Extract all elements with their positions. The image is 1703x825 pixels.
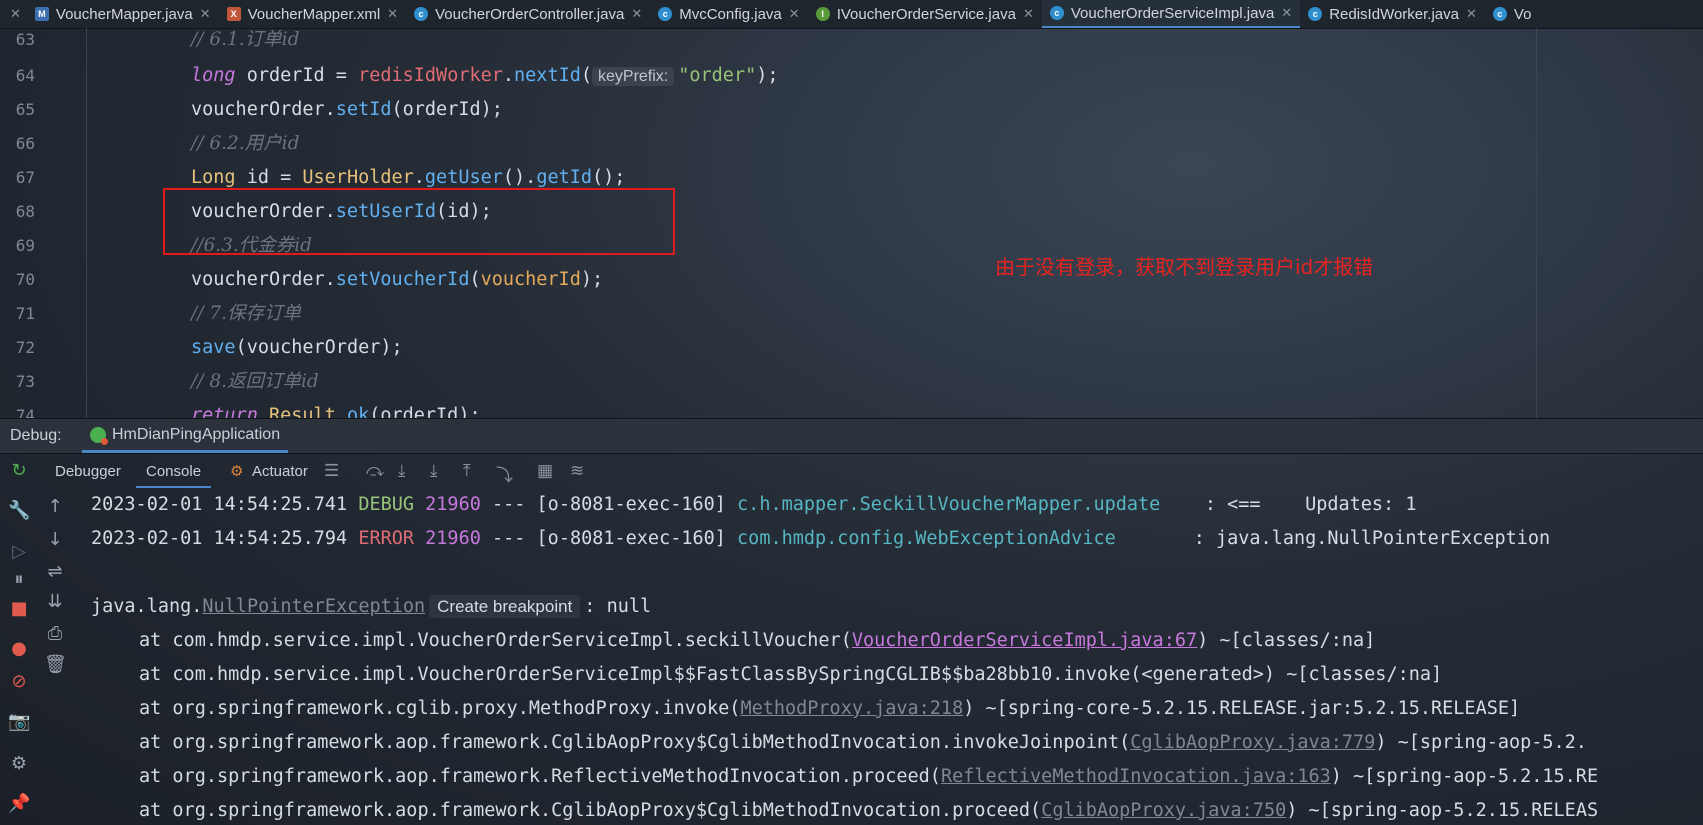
highlight-box (163, 188, 675, 255)
debug-tool-window-header: Debug: HmDianPingApplication (0, 418, 1703, 454)
indent-guide (86, 28, 87, 418)
tab-voucherordercontroller[interactable]: c VoucherOrderController.java ✕ (406, 0, 650, 28)
run-config-name: HmDianPingApplication (112, 425, 281, 443)
stack-trace-line: at org.springframework.aop.framework.Ref… (139, 766, 1599, 787)
stack-trace-line: at org.springframework.cglib.proxy.Metho… (139, 698, 1521, 719)
interface-icon: I (815, 7, 830, 21)
step-into-icon[interactable]: ⤓ (398, 461, 406, 481)
tab-label: IVoucherOrderService.java (836, 5, 1016, 23)
log-line: 2023-02-01 14:54:25.741 DEBUG 21960 --- … (91, 494, 1417, 515)
line-number: 67 (15, 168, 35, 187)
log-line: 2023-02-01 14:54:25.794 ERROR 21960 --- … (91, 528, 1551, 549)
debug-toolbar: Debugger Console ⚙ Actuator ☰ ⤼ ⤓ ⤓ ⤒ ⤵ ▦… (0, 453, 1703, 488)
code-line-66: // 6.2.用户id (191, 133, 300, 154)
tab-mvcconfig[interactable]: c MvcConfig.java ✕ (650, 0, 807, 28)
code-line-63: // 6.1.订单id (191, 29, 300, 50)
source-link[interactable]: ReflectiveMethodInvocation.java:163 (941, 766, 1331, 787)
code-line-64: long orderId = redisIdWorker.nextId(keyP… (191, 65, 779, 86)
class-icon: c (1308, 7, 1323, 21)
close-icon[interactable]: ✕ (1281, 5, 1292, 21)
exception-link[interactable]: NullPointerException (202, 596, 425, 617)
tab-label: Vo (1513, 5, 1532, 23)
tab-label: RedisIdWorker.java (1329, 5, 1459, 23)
rerun-icon[interactable]: ↻ (8, 460, 30, 482)
close-icon[interactable]: ✕ (631, 6, 642, 22)
line-number: 66 (15, 134, 35, 153)
tab-ivoucherorderservice[interactable]: I IVoucherOrderService.java ✕ (808, 0, 1042, 28)
source-link[interactable]: CglibAopProxy.java:779 (1130, 732, 1375, 753)
source-link[interactable]: VoucherOrderServiceImpl.java:67 (852, 630, 1197, 651)
tab-voucherorderserviceimpl[interactable]: c VoucherOrderServiceImpl.java ✕ (1041, 0, 1301, 28)
code-line-65: voucherOrder.setId(orderId); (191, 99, 503, 120)
tab-label: VoucherMapper.java (55, 5, 193, 23)
tab-overflow[interactable]: c Vo (1485, 0, 1540, 28)
tab-actuator[interactable]: ⚙ Actuator (226, 453, 318, 488)
line-number: 68 (15, 202, 35, 221)
close-icon[interactable]: ✕ (1023, 6, 1034, 22)
tab-vouchermapper-xml[interactable]: X VoucherMapper.xml ✕ (219, 0, 406, 28)
mapper-xml-icon: X (226, 7, 241, 21)
class-icon: c (658, 7, 673, 21)
code-line-73: // 8.返回订单id (191, 371, 319, 392)
step-out-icon[interactable]: ⤒ (463, 461, 471, 481)
close-icon[interactable]: ✕ (387, 6, 398, 22)
close-icon[interactable]: ✕ (789, 6, 800, 22)
stack-trace-line: at org.springframework.aop.framework.Cgl… (139, 732, 1587, 753)
line-number: 63 (15, 30, 35, 49)
line-number: 69 (15, 236, 35, 255)
create-breakpoint-button[interactable]: Create breakpoint (429, 595, 581, 618)
class-icon: c (1492, 7, 1507, 21)
line-number: 73 (15, 372, 35, 391)
stack-trace-line: at org.springframework.aop.framework.Cgl… (139, 800, 1599, 821)
console-output[interactable]: 2023-02-01 14:54:25.741 DEBUG 21960 --- … (0, 488, 1703, 825)
editor-tab-bar: ✕ M VoucherMapper.java ✕ X VoucherMapper… (0, 0, 1703, 29)
stack-trace-line: at com.hmdp.service.impl.VoucherOrderSer… (139, 664, 1443, 685)
spring-boot-icon (90, 426, 108, 445)
code-line-70: voucherOrder.setVoucherId(voucherId); (191, 269, 604, 290)
run-to-cursor-icon[interactable]: ⤵ (496, 461, 513, 486)
tab-console[interactable]: Console (136, 453, 212, 488)
code-line-74: return Result.ok(orderId); (191, 405, 481, 418)
line-number: 71 (15, 304, 35, 323)
close-icon[interactable]: ✕ (0, 6, 27, 22)
tab-label: MvcConfig.java (679, 5, 782, 23)
line-number: 72 (15, 338, 35, 357)
line-number: 64 (15, 66, 35, 85)
debug-label: Debug: (10, 427, 62, 444)
run-config-tab[interactable]: HmDianPingApplication (82, 419, 289, 453)
line-number: 74 (15, 406, 35, 418)
error-annotation: 由于没有登录，获取不到登录用户id才报错 (995, 255, 1374, 279)
exception-line: java.lang.NullPointerException Create bre… (91, 595, 652, 618)
force-step-into-icon[interactable]: ⤓ (430, 461, 438, 481)
source-link[interactable]: MethodProxy.java:218 (740, 698, 963, 719)
source-link[interactable]: CglibAopProxy.java:750 (1041, 800, 1286, 821)
evaluate-icon[interactable]: ▦ (537, 461, 553, 481)
tab-label: VoucherOrderController.java (435, 5, 625, 23)
code-line-72: save(voucherOrder); (191, 337, 403, 358)
tab-redisidworker[interactable]: c RedisIdWorker.java ✕ (1300, 0, 1485, 28)
stack-trace-line: at com.hmdp.service.impl.VoucherOrderSer… (139, 630, 1376, 651)
tab-label: VoucherOrderServiceImpl.java (1070, 4, 1275, 22)
line-number: 70 (15, 270, 35, 289)
parameter-hint: keyPrefix: (592, 67, 675, 86)
line-number: 65 (15, 100, 35, 119)
line-number-gutter: 63 64 65 66 67 68 69 70 71 72 73 74 (0, 28, 45, 418)
menu-icon[interactable]: ☰ (324, 461, 339, 481)
tab-vouchermapper-java[interactable]: M VoucherMapper.java ✕ (27, 0, 219, 28)
class-icon: c (1049, 6, 1064, 20)
actuator-icon: ⚙ (230, 463, 244, 480)
mapper-java-icon: M (34, 7, 49, 21)
class-icon: c (414, 7, 429, 21)
tab-label: VoucherMapper.xml (247, 5, 381, 23)
code-editor[interactable]: 63 64 65 66 67 68 69 70 71 72 73 74 // 6… (0, 28, 1703, 418)
close-icon[interactable]: ✕ (1466, 6, 1477, 22)
code-line-71: // 7.保存订单 (191, 303, 301, 324)
right-margin-guide (1536, 28, 1537, 418)
step-over-icon[interactable]: ⤼ (366, 461, 384, 481)
trace-icon[interactable]: ≋ (570, 461, 584, 481)
close-icon[interactable]: ✕ (200, 6, 211, 22)
